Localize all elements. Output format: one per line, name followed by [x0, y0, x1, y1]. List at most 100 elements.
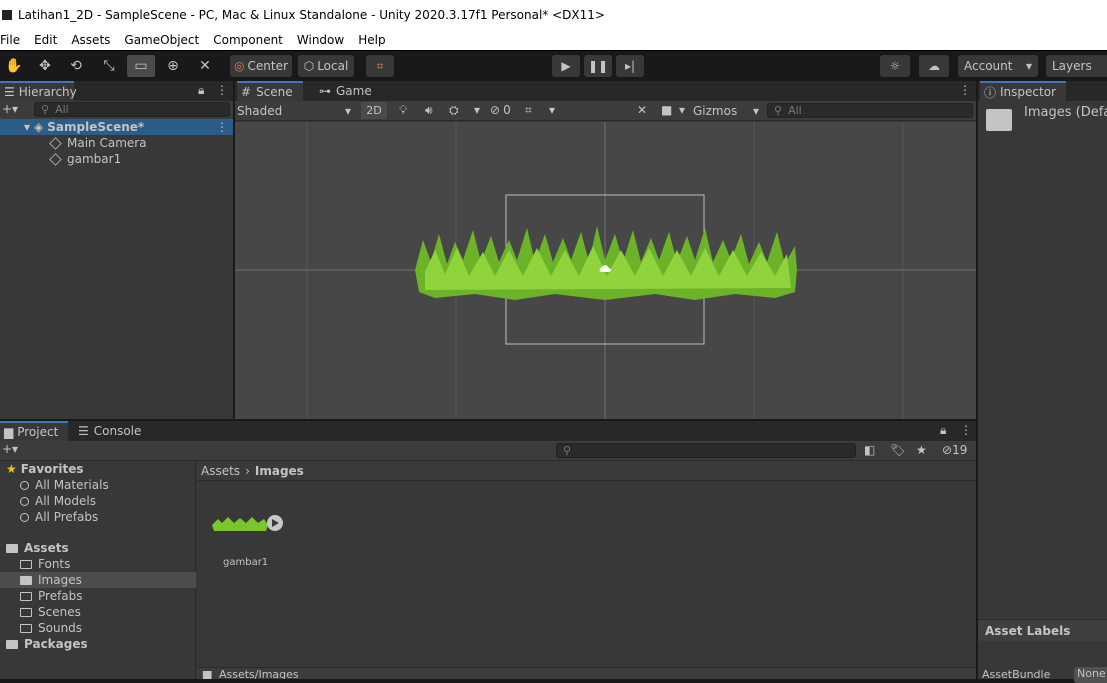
- rect-tool-icon[interactable]: ▭: [127, 55, 155, 77]
- scene-menu-icon[interactable]: ⋮: [216, 120, 228, 134]
- hierarchy-item-main-camera[interactable]: Main Camera: [49, 135, 147, 151]
- asset-name: gambar1: [223, 557, 269, 568]
- step-button[interactable]: ▸|: [616, 55, 644, 77]
- rotate-tool-icon[interactable]: ⟲: [62, 55, 90, 77]
- asset-bundle-dropdown[interactable]: None: [1074, 667, 1107, 683]
- search-icon: [20, 496, 29, 506]
- menu-file[interactable]: File: [0, 33, 20, 47]
- favorite-star-icon[interactable]: ★: [916, 443, 927, 457]
- lock-icon[interactable]: 🔒︎: [940, 423, 946, 438]
- move-tool-icon[interactable]: ✥: [31, 55, 59, 77]
- pivot-center-button[interactable]: ◎ Center: [230, 55, 292, 77]
- tab-game[interactable]: ⊶ Game: [315, 81, 375, 101]
- menu-window[interactable]: Window: [297, 33, 344, 47]
- inspector-panel: ⓘ Inspector Images (Defa Asset Labels As…: [978, 81, 1107, 683]
- shading-mode-label: Shaded: [237, 103, 283, 118]
- tab-hierarchy[interactable]: ☰ Hierarchy: [0, 81, 77, 101]
- project-toolbar: +▾ ⚲ ◧ 🏷︎ ★ ⊘ 19: [0, 441, 976, 461]
- chevron-right-icon: ›: [245, 463, 250, 478]
- favorite-all-materials[interactable]: All Materials: [20, 477, 109, 493]
- scene-search-placeholder: All: [788, 104, 802, 117]
- menu-assets[interactable]: Assets: [71, 33, 110, 47]
- search-by-type-icon[interactable]: ◧: [864, 443, 875, 457]
- camera-dropdown-icon[interactable]: ▾: [679, 103, 685, 117]
- folder-sounds[interactable]: Sounds: [20, 620, 82, 636]
- breadcrumb-assets[interactable]: Assets: [201, 464, 240, 478]
- console-icon: ☰: [78, 424, 89, 438]
- kebab-menu-icon[interactable]: ⋮: [960, 423, 972, 437]
- cloud-icon: ☁: [928, 59, 940, 73]
- search-by-label-icon[interactable]: 🏷︎: [890, 443, 905, 457]
- custom-tool-icon[interactable]: ✕: [191, 55, 219, 77]
- transform-tool-icon[interactable]: ⊕: [159, 55, 187, 77]
- scene-row[interactable]: ▾ ◈ SampleScene* ⋮: [0, 119, 233, 135]
- create-button[interactable]: +▾: [2, 442, 18, 456]
- packages-folder[interactable]: Packages: [6, 636, 88, 652]
- favorites-label: Favorites: [20, 462, 84, 476]
- scene-search-input[interactable]: ⚲ All: [767, 103, 973, 118]
- favorite-all-models[interactable]: All Models: [20, 493, 96, 509]
- scene-grid: [235, 122, 976, 419]
- gizmos-label: Gizmos: [693, 103, 738, 118]
- menu-component[interactable]: Component: [213, 33, 283, 47]
- folder-prefabs[interactable]: Prefabs: [20, 588, 83, 604]
- tab-console[interactable]: ☰ Console: [74, 421, 150, 441]
- tools-icon[interactable]: ✕: [637, 103, 647, 117]
- assets-folder[interactable]: Assets: [6, 540, 69, 556]
- tab-project[interactable]: ▆ Project: [0, 421, 68, 441]
- scene-name: SampleScene*: [47, 120, 145, 134]
- grid-snap-button[interactable]: ⌗: [366, 55, 394, 77]
- hidden-packages-toggle[interactable]: ⊘ 19: [942, 443, 967, 457]
- space-label: Local: [317, 59, 349, 73]
- pause-button[interactable]: ❚❚: [584, 55, 612, 77]
- lock-icon[interactable]: 🔒︎: [198, 83, 204, 98]
- effects-toggle-icon[interactable]: ⛭: [449, 103, 459, 118]
- play-button[interactable]: ▶: [552, 55, 580, 77]
- favorites-header[interactable]: ★ Favorites: [6, 461, 83, 477]
- account-dropdown[interactable]: Account ▾: [958, 55, 1038, 77]
- asset-labels-header[interactable]: Asset Labels: [978, 619, 1107, 641]
- services-button[interactable]: ☼: [880, 55, 910, 77]
- menu-edit[interactable]: Edit: [34, 33, 57, 47]
- project-search-input[interactable]: ⚲: [556, 443, 856, 458]
- folder-fonts[interactable]: Fonts: [20, 556, 70, 572]
- folder-images[interactable]: Images: [0, 572, 196, 588]
- folder-icon: [20, 591, 32, 601]
- tab-scene[interactable]: # Scene: [237, 81, 303, 101]
- favorite-all-prefabs[interactable]: All Prefabs: [20, 509, 98, 525]
- grass-sprite[interactable]: [415, 226, 797, 300]
- scale-tool-icon[interactable]: ⤡: [95, 55, 123, 77]
- sun-icon: ☼: [889, 59, 901, 73]
- hierarchy-search-placeholder: All: [55, 103, 69, 116]
- grid-toggle-icon[interactable]: ⌗: [525, 103, 532, 118]
- folder-scenes[interactable]: Scenes: [20, 604, 81, 620]
- asset-gambar1[interactable]: gambar1: [210, 513, 286, 573]
- hidden-objects-toggle[interactable]: ⊘ 0: [490, 103, 511, 117]
- menu-help[interactable]: Help: [358, 33, 385, 47]
- audio-toggle-icon[interactable]: 🔊︎: [425, 103, 433, 118]
- hierarchy-search-input[interactable]: ⚲ All: [34, 102, 230, 117]
- asset-bundle-label: AssetBundle: [982, 668, 1051, 681]
- grass-thumbnail: [212, 515, 283, 531]
- scene-panel: # Scene ⊶ Game ⋮ Shaded ▾ 2D 💡︎ 🔊︎ ⛭ ▾ ⊘…: [235, 81, 976, 419]
- kebab-menu-icon[interactable]: ⋮: [216, 83, 228, 97]
- scene-kebab-icon[interactable]: ⋮: [959, 83, 971, 97]
- shading-mode-dropdown[interactable]: Shaded ▾: [237, 102, 355, 119]
- collab-button[interactable]: ☁: [919, 55, 949, 77]
- breadcrumb-images[interactable]: Images: [255, 464, 304, 478]
- menu-gameobject[interactable]: GameObject: [124, 33, 199, 47]
- favorite-label: All Prefabs: [35, 510, 99, 524]
- lighting-toggle-icon[interactable]: 💡︎: [399, 103, 407, 118]
- effects-dropdown-icon[interactable]: ▾: [474, 103, 480, 117]
- tab-inspector[interactable]: ⓘ Inspector: [980, 81, 1066, 101]
- hand-tool-icon[interactable]: ✋: [0, 55, 28, 77]
- space-local-button[interactable]: ⬡ Local: [298, 55, 354, 77]
- camera-icon[interactable]: ■: [661, 103, 672, 117]
- add-object-button[interactable]: +▾: [2, 102, 18, 116]
- grid-dropdown-icon[interactable]: ▾: [549, 103, 555, 117]
- 2d-mode-toggle[interactable]: 2D: [361, 102, 387, 119]
- gizmos-dropdown[interactable]: Gizmos ▾: [693, 102, 759, 119]
- layers-dropdown[interactable]: Layers: [1046, 55, 1107, 77]
- scene-viewport[interactable]: [235, 122, 976, 419]
- hierarchy-item-gambar1[interactable]: gambar1: [49, 151, 121, 167]
